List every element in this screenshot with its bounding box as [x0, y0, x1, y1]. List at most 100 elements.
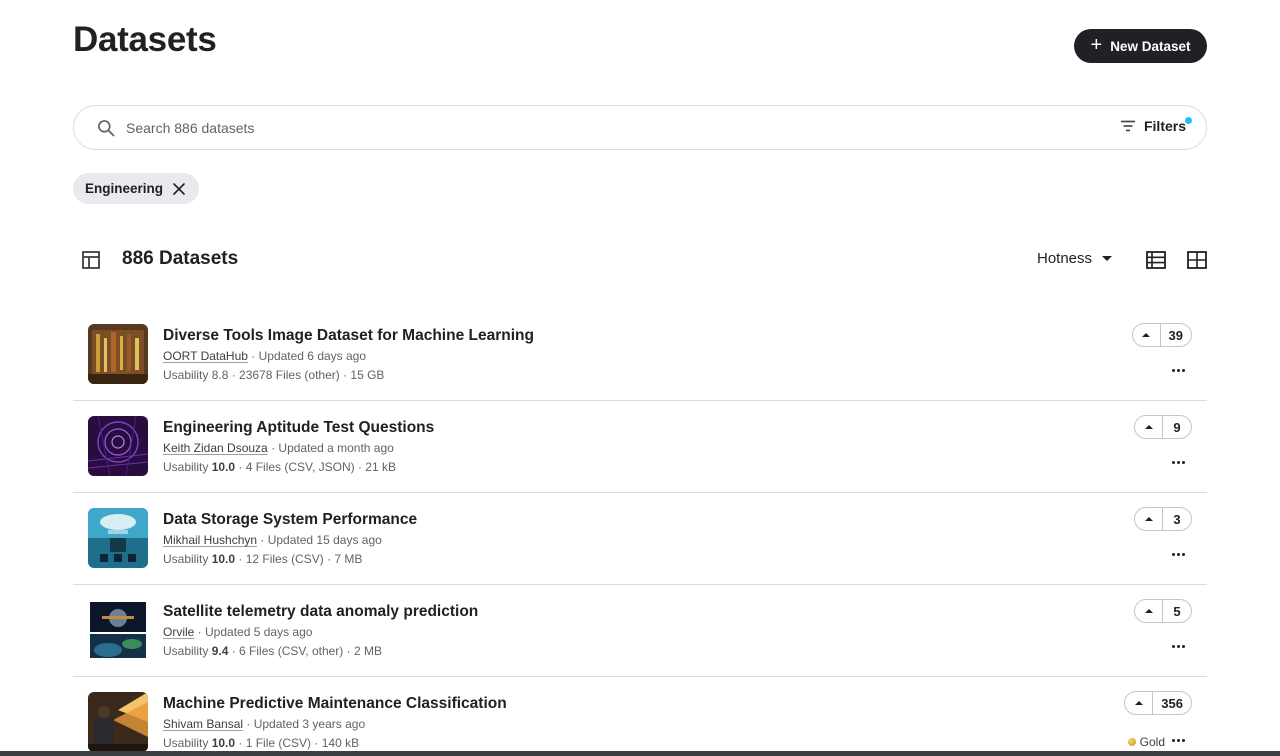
- caret-down-icon: [1102, 255, 1113, 261]
- more-horizontal-icon[interactable]: [1171, 363, 1185, 377]
- dataset-updated: · Updated 15 days ago: [257, 533, 382, 547]
- grid-view-icon[interactable]: [1186, 249, 1208, 271]
- upvote-button[interactable]: [1133, 324, 1161, 346]
- dataset-thumbnail: [88, 324, 148, 384]
- filters-label: Filters: [1143, 118, 1186, 134]
- dataset-updated: · Updated 6 days ago: [247, 349, 367, 363]
- dataset-row[interactable]: Engineering Aptitude Test Questions Keit…: [73, 401, 1207, 493]
- dataset-updated: · Updated 5 days ago: [194, 625, 313, 639]
- upvote-control: 9: [1134, 415, 1192, 439]
- vote-count: 5: [1173, 603, 1181, 619]
- medal-badge: Gold: [1127, 735, 1165, 749]
- upvote-button[interactable]: [1135, 600, 1163, 622]
- dataset-files-size: · 1 File (CSV) · 140 kB: [235, 736, 360, 750]
- vote-count: 9: [1173, 419, 1181, 435]
- search-icon: [98, 120, 115, 137]
- upvote-control: 3: [1134, 507, 1192, 531]
- dataset-row[interactable]: Satellite telemetry data anomaly predict…: [73, 585, 1207, 677]
- caret-up-icon: [1144, 425, 1153, 429]
- search-input[interactable]: [126, 116, 1026, 140]
- dataset-title[interactable]: Engineering Aptitude Test Questions: [163, 419, 434, 437]
- table-icon: [82, 251, 100, 269]
- dataset-row[interactable]: Diverse Tools Image Dataset for Machine …: [73, 309, 1207, 401]
- dataset-meta: Mikhail Hushchyn · Updated 15 days ago: [163, 533, 382, 547]
- dataset-title[interactable]: Diverse Tools Image Dataset for Machine …: [163, 327, 534, 345]
- dataset-meta: OORT DataHub · Updated 6 days ago: [163, 349, 366, 363]
- vote-count: 39: [1168, 327, 1183, 343]
- filter-lines-icon: [1120, 120, 1135, 132]
- dataset-title[interactable]: Machine Predictive Maintenance Classific…: [163, 695, 507, 713]
- sort-dropdown[interactable]: Hotness: [1037, 250, 1113, 267]
- filter-chip-engineering[interactable]: Engineering: [73, 173, 200, 204]
- upvote-control: 5: [1134, 599, 1192, 623]
- caret-up-icon: [1142, 333, 1151, 337]
- dataset-files-size: · 12 Files (CSV) · 7 MB: [235, 552, 363, 566]
- close-icon[interactable]: [172, 182, 186, 196]
- results-header: 886 Datasets Hotness: [73, 245, 1207, 275]
- dataset-updated: · Updated a month ago: [267, 441, 394, 455]
- list-view-icon[interactable]: [1145, 249, 1167, 271]
- usability-label: Usability: [163, 460, 212, 474]
- filter-active-dot: [1185, 117, 1192, 124]
- usability-score: 9.4: [211, 644, 229, 658]
- dataset-owner-link[interactable]: Shivam Bansal: [163, 717, 243, 731]
- dataset-owner-link[interactable]: Orvile: [163, 625, 194, 639]
- dataset-details: Usability 10.0 · 1 File (CSV) · 140 kB: [163, 736, 359, 750]
- usability-score: 10.0: [211, 736, 236, 750]
- dataset-owner-link[interactable]: Mikhail Hushchyn: [163, 533, 257, 547]
- dataset-list: Diverse Tools Image Dataset for Machine …: [73, 309, 1207, 756]
- dataset-row[interactable]: Machine Predictive Maintenance Classific…: [73, 677, 1207, 756]
- upvote-button[interactable]: [1135, 416, 1163, 438]
- dataset-files-size: · 4 Files (CSV, JSON) · 21 kB: [235, 460, 396, 474]
- more-horizontal-icon[interactable]: [1171, 639, 1185, 653]
- more-horizontal-icon[interactable]: [1171, 455, 1185, 469]
- gold-medal-icon: [1127, 738, 1136, 746]
- usability-label: Usability: [163, 736, 212, 750]
- bottom-bar: [0, 751, 1280, 756]
- dataset-details: Usability 10.0 · 4 Files (CSV, JSON) · 2…: [163, 460, 396, 474]
- vote-count: 3: [1173, 511, 1181, 527]
- dataset-details: Usability 8.8 · 23678 Files (other) · 15…: [163, 368, 384, 382]
- upvote-control: 39: [1131, 323, 1192, 347]
- results-count: 886 Datasets: [122, 248, 239, 269]
- upvote-control: 356: [1124, 691, 1192, 715]
- caret-up-icon: [1144, 609, 1153, 613]
- dataset-thumbnail: [88, 508, 148, 568]
- usability-score: 8.8: [211, 368, 229, 382]
- new-dataset-label: New Dataset: [1110, 38, 1191, 54]
- dataset-meta: Shivam Bansal · Updated 3 years ago: [163, 717, 365, 731]
- upvote-button[interactable]: [1125, 692, 1154, 714]
- upvote-button[interactable]: [1135, 508, 1163, 530]
- dataset-details: Usability 9.4 · 6 Files (CSV, other) · 2…: [163, 644, 382, 658]
- dataset-files-size: · 6 Files (CSV, other) · 2 MB: [228, 644, 382, 658]
- usability-label: Usability: [163, 552, 212, 566]
- sort-label: Hotness: [1037, 250, 1093, 267]
- new-dataset-button[interactable]: + New Dataset: [1074, 29, 1207, 63]
- caret-up-icon: [1144, 517, 1153, 521]
- usability-score: 10.0: [211, 552, 236, 566]
- dataset-files-size: · 23678 Files (other) · 15 GB: [228, 368, 385, 382]
- dataset-thumbnail: [88, 416, 148, 476]
- medal-label: Gold: [1139, 735, 1165, 749]
- dataset-title[interactable]: Satellite telemetry data anomaly predict…: [163, 603, 478, 621]
- page-title: Datasets: [73, 20, 217, 59]
- dataset-meta: Orvile · Updated 5 days ago: [163, 625, 312, 639]
- dataset-details: Usability 10.0 · 12 Files (CSV) · 7 MB: [163, 552, 362, 566]
- dataset-owner-link[interactable]: Keith Zidan Dsouza: [163, 441, 268, 455]
- vote-count: 356: [1161, 695, 1183, 711]
- dataset-owner-link[interactable]: OORT DataHub: [163, 349, 248, 363]
- dataset-title[interactable]: Data Storage System Performance: [163, 511, 417, 529]
- plus-icon: +: [1090, 34, 1103, 56]
- more-horizontal-icon[interactable]: [1171, 547, 1185, 561]
- usability-label: Usability: [163, 644, 212, 658]
- dataset-updated: · Updated 3 years ago: [243, 717, 366, 731]
- filter-chip-label: Engineering: [85, 181, 164, 196]
- dataset-thumbnail: [88, 600, 148, 660]
- caret-up-icon: [1134, 701, 1143, 705]
- dataset-thumbnail: [88, 692, 148, 752]
- more-horizontal-icon[interactable]: [1171, 733, 1185, 747]
- search-bar: Filters: [73, 105, 1207, 150]
- filters-button[interactable]: Filters: [1120, 117, 1192, 134]
- dataset-row[interactable]: Data Storage System Performance Mikhail …: [73, 493, 1207, 585]
- dataset-meta: Keith Zidan Dsouza · Updated a month ago: [163, 441, 394, 455]
